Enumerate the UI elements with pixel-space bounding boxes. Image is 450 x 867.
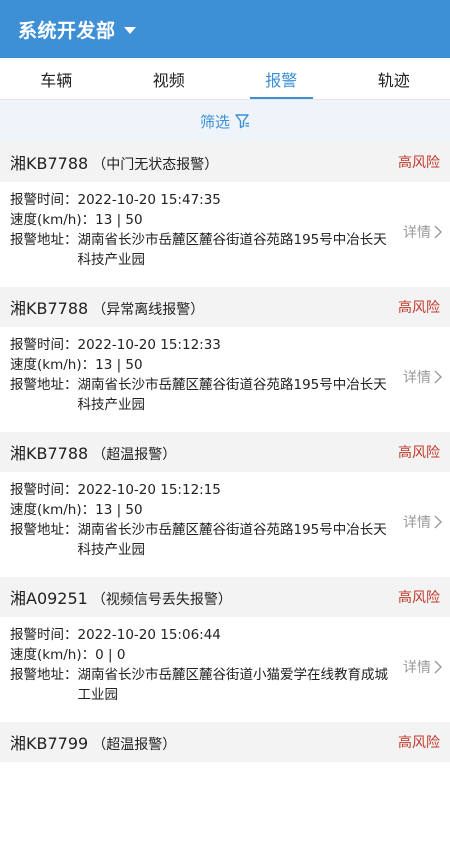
speed-value: 13 | 50	[95, 210, 143, 230]
alarm-card-header: 湘KB7788（异常离线报警） 高风险	[0, 287, 450, 327]
alarm-card-header: 湘KB7799（超温报警） 高风险	[0, 722, 450, 762]
plate-number: 湘KB7788	[10, 299, 88, 318]
alarm-time-value: 2022-10-20 15:12:33	[78, 335, 221, 355]
speed-label: 速度(km/h)：	[10, 500, 95, 520]
alarm-card: 湘KB7799（超温报警） 高风险	[0, 722, 450, 867]
caret-down-icon[interactable]	[124, 27, 136, 34]
tab-track[interactable]: 轨迹	[338, 58, 450, 99]
detail-label: 详情	[403, 512, 431, 532]
risk-level-badge: 高风险	[398, 297, 440, 317]
funnel-icon	[234, 113, 250, 129]
speed-value: 13 | 50	[95, 355, 143, 375]
speed-label: 速度(km/h)：	[10, 645, 95, 665]
address-value: 湖南省长沙市岳麓区麓谷街道谷苑路195号中冶长天科技产业园	[78, 520, 396, 560]
alarm-card-header: 湘KB7788（超温报警） 高风险	[0, 432, 450, 472]
alarm-card-header: 湘KB7788（中门无状态报警） 高风险	[0, 142, 450, 182]
tab-vehicles[interactable]: 车辆	[0, 58, 113, 99]
address-value: 湖南省长沙市岳麓区麓谷街道小猫爱学在线教育成城工业园	[78, 665, 396, 705]
detail-label: 详情	[403, 367, 431, 387]
speed-value: 0 | 0	[95, 645, 125, 665]
alarm-card: 湘KB7788（异常离线报警） 高风险 报警时间：2022-10-20 15:1…	[0, 287, 450, 432]
alarm-time-value: 2022-10-20 15:12:15	[78, 480, 221, 500]
alarm-time-label: 报警时间：	[10, 190, 78, 210]
alarm-card-body: 报警时间：2022-10-20 15:06:44 速度(km/h)：0 | 0 …	[0, 617, 450, 722]
chevron-right-icon	[434, 370, 442, 384]
alarm-type: （视频信号丢失报警）	[92, 592, 232, 608]
detail-link[interactable]: 详情	[403, 657, 442, 677]
detail-label: 详情	[403, 657, 431, 677]
address-value: 湖南省长沙市岳麓区麓谷街道谷苑路195号中冶长天科技产业园	[78, 375, 396, 415]
alarm-time-label: 报警时间：	[10, 480, 78, 500]
address-label: 报警地址：	[10, 665, 78, 705]
alarm-card-body: 报警时间：2022-10-20 15:12:33 速度(km/h)：13 | 5…	[0, 327, 450, 432]
tab-alarms[interactable]: 报警	[225, 58, 338, 99]
chevron-right-icon	[434, 225, 442, 239]
speed-label: 速度(km/h)：	[10, 210, 95, 230]
alarm-list: 湘KB7788（中门无状态报警） 高风险 报警时间：2022-10-20 15:…	[0, 142, 450, 867]
alarm-card-body: 报警时间：2022-10-20 15:12:15 速度(km/h)：13 | 5…	[0, 472, 450, 577]
alarm-card: 湘A09251（视频信号丢失报警） 高风险 报警时间：2022-10-20 15…	[0, 577, 450, 722]
app-header: 系统开发部	[0, 0, 450, 58]
tab-video[interactable]: 视频	[113, 58, 226, 99]
chevron-right-icon	[434, 660, 442, 674]
address-value: 湖南省长沙市岳麓区麓谷街道谷苑路195号中冶长天科技产业园	[78, 230, 396, 270]
alarm-time-label: 报警时间：	[10, 335, 78, 355]
alarm-type: （超温报警）	[92, 447, 176, 463]
alarm-card: 湘KB7788（超温报警） 高风险 报警时间：2022-10-20 15:12:…	[0, 432, 450, 577]
risk-level-badge: 高风险	[398, 152, 440, 172]
plate-number: 湘KB7799	[10, 734, 88, 753]
address-label: 报警地址：	[10, 375, 78, 415]
risk-level-badge: 高风险	[398, 732, 440, 752]
tab-bar: 车辆 视频 报警 轨迹	[0, 58, 450, 100]
detail-link[interactable]: 详情	[403, 222, 442, 242]
risk-level-badge: 高风险	[398, 442, 440, 462]
detail-link[interactable]: 详情	[403, 512, 442, 532]
speed-value: 13 | 50	[95, 500, 143, 520]
address-label: 报警地址：	[10, 230, 78, 270]
org-selector-title[interactable]: 系统开发部	[18, 16, 116, 43]
alarm-time-value: 2022-10-20 15:06:44	[78, 625, 221, 645]
plate-number: 湘KB7788	[10, 444, 88, 463]
chevron-right-icon	[434, 515, 442, 529]
detail-link[interactable]: 详情	[403, 367, 442, 387]
plate-number: 湘KB7788	[10, 154, 88, 173]
address-label: 报警地址：	[10, 520, 78, 560]
speed-label: 速度(km/h)：	[10, 355, 95, 375]
alarm-type: （中门无状态报警）	[92, 157, 218, 173]
plate-number: 湘A09251	[10, 589, 88, 608]
alarm-type: （超温报警）	[92, 737, 176, 753]
risk-level-badge: 高风险	[398, 587, 440, 607]
alarm-time-label: 报警时间：	[10, 625, 78, 645]
alarm-card: 湘KB7788（中门无状态报警） 高风险 报警时间：2022-10-20 15:…	[0, 142, 450, 287]
detail-label: 详情	[403, 222, 431, 242]
alarm-time-value: 2022-10-20 15:47:35	[78, 190, 221, 210]
alarm-card-body: 报警时间：2022-10-20 15:47:35 速度(km/h)：13 | 5…	[0, 182, 450, 287]
alarm-card-header: 湘A09251（视频信号丢失报警） 高风险	[0, 577, 450, 617]
filter-label: 筛选	[200, 111, 230, 132]
filter-button[interactable]: 筛选	[0, 100, 450, 142]
alarm-type: （异常离线报警）	[92, 302, 204, 318]
